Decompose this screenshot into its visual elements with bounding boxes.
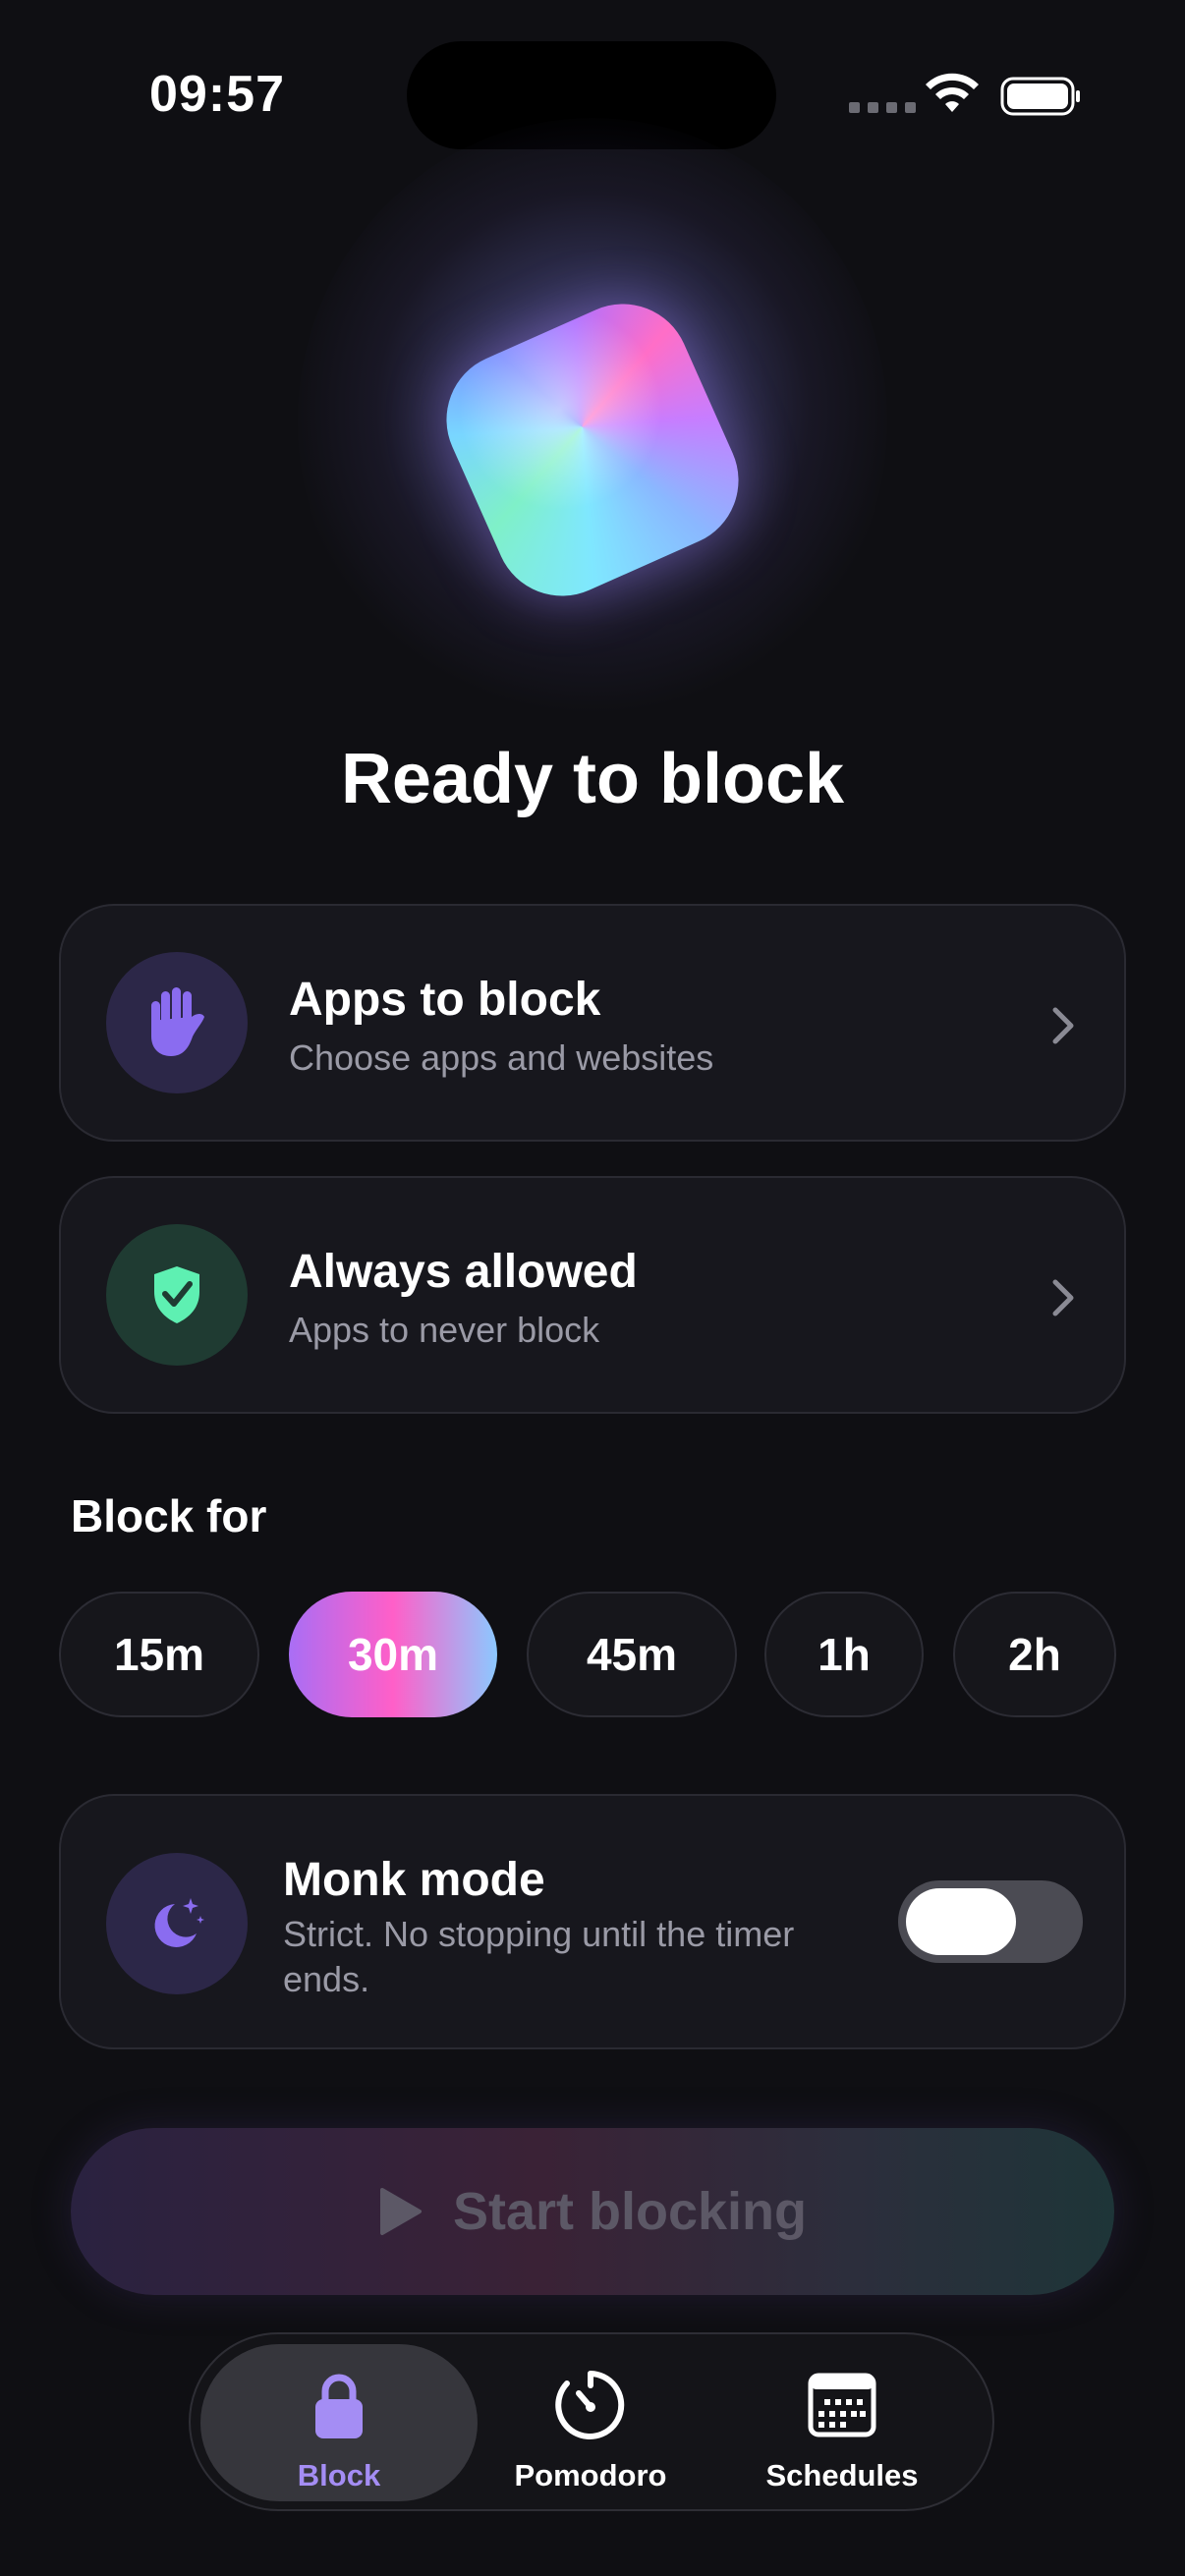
lock-icon xyxy=(315,2374,363,2438)
wifi-icon xyxy=(926,73,979,112)
duration-chip-1h[interactable]: 1h xyxy=(764,1592,924,1717)
tab-block-label: Block xyxy=(297,2458,381,2492)
toggle-knob xyxy=(906,1888,1016,1955)
apps-to-block-subtitle: Choose apps and websites xyxy=(289,1037,714,1078)
duration-chip-30m[interactable]: 30m xyxy=(289,1592,497,1717)
tab-pomodoro-label: Pomodoro xyxy=(514,2458,667,2492)
apps-to-block-title: Apps to block xyxy=(289,974,601,1026)
always-allowed-title: Always allowed xyxy=(289,1246,638,1298)
duration-chip-2h[interactable]: 2h xyxy=(953,1592,1116,1717)
chevron-right-icon xyxy=(1052,1007,1074,1044)
start-blocking-label: Start blocking xyxy=(452,2182,808,2241)
duration-chip-15m[interactable]: 15m xyxy=(59,1592,259,1717)
monk-mode-title: Monk mode xyxy=(283,1854,545,1906)
timer-icon xyxy=(555,2371,625,2439)
always-allowed-card[interactable]: Always allowed Apps to never block xyxy=(59,1176,1126,1414)
start-blocking-button[interactable]: Start blocking xyxy=(71,2128,1114,2295)
shield-check-icon xyxy=(106,1224,248,1366)
monk-mode-subtitle: Strict. No stopping until the timer ends… xyxy=(283,1914,795,1999)
tab-block[interactable]: Block xyxy=(200,2344,478,2501)
tab-pomodoro[interactable]: Pomodoro xyxy=(452,2344,729,2501)
calendar-icon xyxy=(808,2373,876,2437)
play-icon xyxy=(379,2188,422,2235)
monk-mode-toggle[interactable] xyxy=(898,1880,1083,1963)
chevron-right-icon xyxy=(1052,1279,1074,1316)
battery-icon xyxy=(1000,77,1080,116)
cellular-signal-icon xyxy=(849,102,916,113)
moon-stars-icon xyxy=(106,1853,248,1994)
tab-schedules[interactable]: Schedules xyxy=(704,2344,981,2501)
duration-chip-45m[interactable]: 45m xyxy=(527,1592,737,1717)
always-allowed-subtitle: Apps to never block xyxy=(289,1310,600,1350)
tab-schedules-label: Schedules xyxy=(765,2458,919,2492)
block-screen: 09:57 Ready to block Apps to block Choos… xyxy=(0,0,1185,2576)
block-for-label: Block for xyxy=(71,1490,267,1541)
apps-to-block-card[interactable]: Apps to block Choose apps and websites xyxy=(59,904,1126,1142)
page-title: Ready to block xyxy=(340,740,845,818)
tab-bar: Block Pomodoro Schedules xyxy=(189,2332,994,2511)
status-time: 09:57 xyxy=(149,66,285,123)
hand-raised-icon xyxy=(106,952,248,1093)
